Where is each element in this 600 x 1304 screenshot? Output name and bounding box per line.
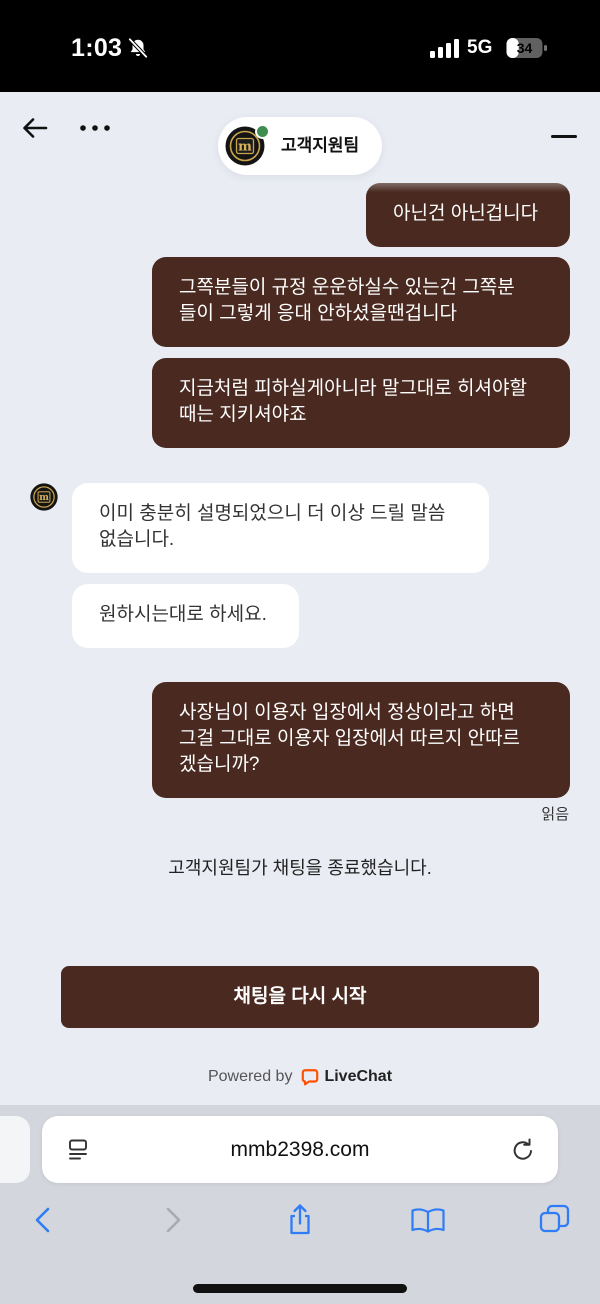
page-menu-icon xyxy=(69,1139,87,1160)
message-line: 원하시는대로 하세요. xyxy=(99,604,267,625)
message-line: 아닌건 아닌겁니다 xyxy=(393,203,539,224)
message-line: 이미 충분히 설명되었으니 더 이상 드릴 말씀 xyxy=(99,503,446,524)
user-message: 그쪽분들이 규정 운운하실수 있는건 그쪽분 들이 그렇게 응대 안하셨을땐겁니… xyxy=(152,257,570,347)
restart-chat-button[interactable]: 채팅을 다시 시작 xyxy=(61,966,539,1028)
minimize-icon xyxy=(551,135,577,138)
home-indicator xyxy=(193,1284,407,1293)
more-dots-icon xyxy=(80,125,110,131)
message-line: 없습니다. xyxy=(99,529,175,550)
agent-name: 고객지원팀 xyxy=(281,136,360,155)
safari-toolbar: mmb2398.com xyxy=(0,1105,600,1304)
forward-nav-button[interactable] xyxy=(153,1200,193,1240)
bell-slash-icon xyxy=(127,37,149,59)
minimize-button[interactable] xyxy=(547,124,581,148)
message-line: 겠습니까? xyxy=(179,754,260,775)
network-label: 5G xyxy=(467,37,493,58)
back-button[interactable] xyxy=(20,114,50,142)
book-icon xyxy=(411,1208,445,1233)
share-icon xyxy=(290,1204,310,1235)
livechat-screen: 1:03 5G 34 m 고객지원팀 아닌건 아닌겁니다 그쪽분들이 규정 운운… xyxy=(0,0,600,1304)
agent-header-pill: m 고객지원팀 xyxy=(218,117,382,175)
reload-icon xyxy=(513,1138,532,1160)
agent-message: 원하시는대로 하세요. xyxy=(72,584,299,648)
logo-mark: m xyxy=(39,492,49,503)
online-indicator xyxy=(255,124,270,139)
user-message: 아닌건 아닌겁니다 xyxy=(366,183,570,247)
user-message: 사장님이 이용자 입장에서 정상이라고 하면 그걸 그대로 이용자 입장에서 따… xyxy=(152,682,570,798)
status-bar: 1:03 5G 34 xyxy=(0,0,600,92)
previous-tab-bar[interactable] xyxy=(0,1116,30,1183)
chevron-left-icon xyxy=(35,1207,50,1233)
bookmarks-button[interactable] xyxy=(408,1200,448,1240)
message-line: 그걸 그대로 이용자 입장에서 따르지 안따르 xyxy=(179,728,521,749)
back-nav-button[interactable] xyxy=(23,1200,63,1240)
page-menu-button[interactable] xyxy=(64,1136,92,1164)
powered-by-label: Powered by xyxy=(207,1068,293,1085)
signal-bars-icon xyxy=(430,39,459,58)
share-button[interactable] xyxy=(280,1200,320,1240)
user-message: 지금처럼 피하실게아니라 말그대로 히셔야할 때는 지키셔야죠 xyxy=(152,358,570,448)
chevron-right-icon xyxy=(166,1207,181,1233)
url-label[interactable]: mmb2398.com xyxy=(42,1116,558,1183)
message-line: 때는 지키셔야죠 xyxy=(179,404,307,425)
time-label: 1:03 xyxy=(71,34,123,62)
tabs-icon xyxy=(539,1204,570,1233)
battery-icon: 34 xyxy=(506,38,547,58)
agent-message: 이미 충분히 설명되었으니 더 이상 드릴 말씀 없습니다. xyxy=(72,483,489,573)
address-bar[interactable]: mmb2398.com xyxy=(42,1116,558,1183)
message-line: 들이 그렇게 응대 안하셨을땐겁니다 xyxy=(179,303,458,324)
livechat-logo-icon xyxy=(302,1069,319,1086)
message-line: 그쪽분들이 규정 운운하실수 있는건 그쪽분 xyxy=(179,277,515,298)
reload-button[interactable] xyxy=(509,1136,537,1164)
livechat-brand: LiveChat xyxy=(324,1068,393,1085)
arrow-left-icon xyxy=(23,118,48,138)
system-message: 고객지원팀가 채팅을 종료했습니다. xyxy=(168,858,432,878)
tabs-button[interactable] xyxy=(535,1200,575,1240)
message-line: 지금처럼 피하실게아니라 말그대로 히셔야할 xyxy=(179,378,527,399)
battery-level-label: 34 xyxy=(517,40,533,56)
read-receipt: 읽음 xyxy=(541,806,569,823)
powered-by[interactable]: Powered by LiveChat xyxy=(0,1066,600,1088)
agent-avatar: m xyxy=(30,483,58,511)
more-options-button[interactable] xyxy=(78,121,112,135)
chat-header: m 고객지원팀 xyxy=(0,92,600,182)
message-line: 사장님이 이용자 입장에서 정상이라고 하면 xyxy=(179,702,515,723)
logo-mark: m xyxy=(238,140,252,155)
